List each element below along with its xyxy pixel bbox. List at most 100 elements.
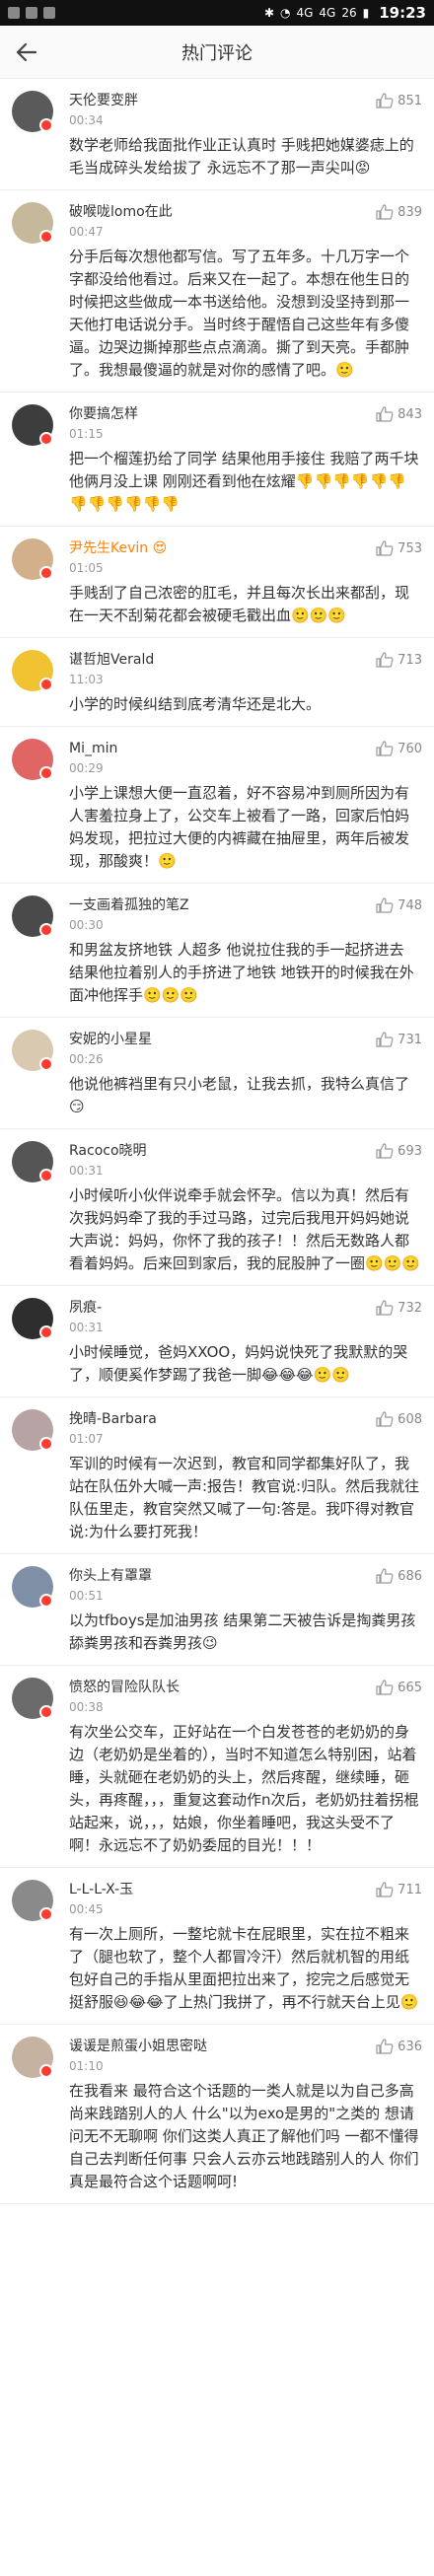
comment-text: 有次坐公交车，正好站在一个白发苍苍的老奶奶的身边（老奶奶是坐着的），当时不知道怎… [69,1723,419,1854]
comment-text: 小学的时候纠结到底考清华还是北大。 [69,695,322,713]
bluetooth-icon: ✱ [263,6,274,20]
like-button[interactable]: 760 [376,741,422,756]
comment-username[interactable]: 谌哲旭Verald [69,648,422,670]
thumbs-up-icon [376,652,394,668]
comment-time: 00:47 [69,225,104,239]
like-button[interactable]: 608 [376,1411,422,1427]
comment-username[interactable]: 天伦要变胖 [69,89,422,110]
comment-item[interactable]: 破喉咙lomo在此 00:47 分手后每次想他都写信。写了五年多。十几万字一个字都没… [0,190,434,393]
page-title: 热门评论 [181,42,253,64]
like-button[interactable]: 732 [376,1300,422,1316]
like-button[interactable]: 713 [376,652,422,668]
comment-time: 00:34 [69,113,104,127]
comment-item[interactable]: 愤怒的冒险队队长 00:38 有次坐公交车，正好站在一个白发苍苍的老奶奶的身边（老奶… [0,1666,434,1868]
comment-time: 00:26 [69,1052,104,1066]
verified-badge-icon [39,678,53,691]
navigation-bar: 热门评论 [0,26,434,79]
thumbs-up-icon [376,1143,394,1159]
comment-username[interactable]: L-L-L-X-玉 [69,1878,422,1899]
like-button[interactable]: 748 [376,897,422,913]
comment-text: 小时候睡觉，爸妈XXOO，妈妈说快死了我默默的哭了，顺便奚作梦踢了我爸一脚😂😂😂… [69,1343,408,1384]
like-button[interactable]: 753 [376,540,422,556]
comment-time: 00:31 [69,1164,104,1178]
status-right: ✱ ◔ 4G 4G 26 ▮ 19:23 [264,4,426,22]
like-count: 711 [398,1882,422,1897]
comment-item[interactable]: 一支画着孤独的笔Z 00:30 和男盆友挤地铁 人超多 他说拉住我的手一起挤进去 结… [0,884,434,1018]
thumbs-up-icon [376,93,394,108]
comment-username[interactable]: 夙痕- [69,1296,422,1318]
status-bar: ✱ ◔ 4G 4G 26 ▮ 19:23 [0,0,434,26]
battery-icon: ▮ [362,6,370,20]
wifi-icon: ◔ [280,6,291,20]
comment-item[interactable]: 挽晴-Barbara 01:07 军训的时候有一次迟到，教官和同学都集好队了，我站在… [0,1397,434,1554]
comment-username[interactable]: Mi_min [69,737,422,758]
comment-text: 在我看来 最符合这个话题的一类人就是以为自己多高尚来践踏别人的人 什么"以为ex… [69,2082,419,2190]
comment-username[interactable]: 安妮的小星星 [69,1028,422,1049]
verified-badge-icon [39,1169,53,1182]
comment-text: 把一个榴莲扔给了同学 结果他用手接住 我赔了两千块 他俩月没上课 刚刚还看到他在… [69,450,419,513]
verified-badge-icon [39,1437,53,1451]
comment-item[interactable]: 尹先生Kevin 😍 01:05 手贱刮了自己浓密的肛毛，并且每次长出来都刮，现在一… [0,527,434,638]
comment-item[interactable]: 谖谖是煎蛋小姐思密哒 01:10 在我看来 最符合这个话题的一类人就是以为自己多高尚… [0,2025,434,2204]
comment-username[interactable]: 一支画着孤独的笔Z [69,894,422,915]
comment-item[interactable]: L-L-L-X-玉 00:45 有一次上厕所，一整坨就卡在屁眼里，实在拉不粗来了（腿… [0,1868,434,2025]
like-button[interactable]: 636 [376,2039,422,2054]
like-button[interactable]: 686 [376,1568,422,1584]
network-label: 4G [296,6,314,20]
comment-username[interactable]: Racoco晓明 [69,1139,422,1161]
comment-username[interactable]: 你要搞怎样 [69,402,422,424]
status-left [8,7,55,19]
verified-badge-icon [39,766,53,780]
like-count: 693 [398,1143,422,1159]
usb-icon [43,7,55,19]
verified-badge-icon [39,1705,53,1719]
comment-time: 00:31 [69,1321,104,1334]
comment-time: 00:38 [69,1700,104,1714]
verified-badge-icon [39,1057,53,1071]
like-button[interactable]: 693 [376,1143,422,1159]
comment-username[interactable]: 谖谖是煎蛋小姐思密哒 [69,2035,422,2056]
comment-username[interactable]: 你头上有罩罩 [69,1564,422,1586]
verified-badge-icon [39,1907,53,1921]
like-count: 665 [398,1680,422,1695]
like-button[interactable]: 711 [376,1882,422,1897]
thumbs-up-icon [376,2039,394,2054]
comment-username[interactable]: 尹先生Kevin 😍 [69,537,422,558]
verified-badge-icon [39,1325,53,1339]
comment-item[interactable]: 安妮的小星星 00:26 他说他裤裆里有只小老鼠，让我去抓，我特么真信了😏 731 [0,1018,434,1129]
comment-text: 分手后每次想他都写信。写了五年多。十几万字一个字都没给他看过。后来又在一起了。本… [69,248,410,379]
comment-item[interactable]: 夙痕- 00:31 小时候睡觉，爸妈XXOO，妈妈说快死了我默默的哭了，顺便奚作梦踢… [0,1286,434,1397]
comment-time: 00:45 [69,1902,104,1916]
comment-text: 以为tfboys是加油男孩 结果第二天被告诉是掏粪男孩舔粪男孩和吞粪男孩😉 [69,1611,416,1652]
back-button[interactable] [12,37,41,67]
comment-item[interactable]: 天伦要变胖 00:34 数学老师给我面批作业正认真时 手贱把她媒婆痣上的毛当成碎头发… [0,79,434,190]
comment-item[interactable]: 你要搞怎样 01:15 把一个榴莲扔给了同学 结果他用手接住 我赔了两千块 他俩月没… [0,393,434,527]
comment-item[interactable]: Racoco晓明 00:31 小时候听小伙伴说牵手就会怀孕。信以为真！然后有次我妈妈… [0,1129,434,1286]
status-time: 19:23 [379,4,426,22]
like-button[interactable]: 839 [376,204,422,220]
like-button[interactable]: 731 [376,1032,422,1047]
comment-username[interactable]: 挽晴-Barbara [69,1407,422,1429]
comment-item[interactable]: 谌哲旭Verald 11:03 小学的时候纠结到底考清华还是北大。 713 [0,638,434,727]
comment-username[interactable]: 破喉咙lomo在此 [69,200,422,222]
like-count: 713 [398,652,422,668]
comment-time: 01:15 [69,427,104,441]
like-button[interactable]: 851 [376,93,422,108]
comment-item[interactable]: Mi_min 00:29 小学上课想大便一直忍着，好不容易冲到厕所因为有人害羞拉身上… [0,727,434,884]
like-button[interactable]: 665 [376,1680,422,1695]
like-count: 839 [398,204,422,220]
like-count: 686 [398,1568,422,1584]
verified-badge-icon [39,1594,53,1608]
back-arrow-icon [16,42,37,62]
comment-item[interactable]: 你头上有罩罩 00:51 以为tfboys是加油男孩 结果第二天被告诉是掏粪男孩舔粪… [0,1554,434,1666]
comment-text: 军训的时候有一次迟到，教官和同学都集好队了，我站在队伍外大喊一声:报告！教官说:… [69,1455,420,1540]
verified-badge-icon [39,118,53,132]
comment-time: 11:03 [69,673,104,686]
thumbs-up-icon [376,1680,394,1695]
like-button[interactable]: 843 [376,406,422,422]
like-count: 608 [398,1411,422,1427]
thumbs-up-icon [376,1411,394,1427]
thumbs-up-icon [376,1032,394,1047]
comment-username[interactable]: 愤怒的冒险队队长 [69,1676,422,1697]
like-count: 731 [398,1032,422,1047]
